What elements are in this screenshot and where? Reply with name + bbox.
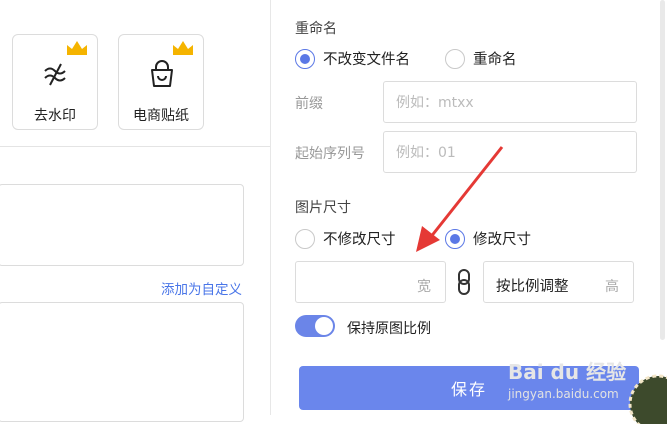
radio-checked-icon (445, 228, 465, 249)
radio-label: 不改变文件名 (323, 52, 410, 68)
custom-preset-box[interactable] (0, 184, 244, 266)
keep-ratio-toggle[interactable] (295, 315, 335, 337)
radio-unchecked-icon (445, 48, 465, 69)
prefix-placeholder: 例如：mtxx (396, 95, 474, 111)
sequence-input[interactable]: 例如：01 (383, 131, 637, 173)
radio-keep-size[interactable]: 不修改尺寸 (295, 228, 396, 249)
ratio-mode-value: 按比例调整 (496, 279, 569, 295)
watermark-url: jingyan.baidu.com (508, 387, 619, 401)
prefix-label: 前缀 (295, 96, 323, 112)
width-input[interactable]: 宽 (295, 261, 446, 303)
crown-icon (173, 41, 193, 55)
ratio-mode-select[interactable]: 按比例调整 高 (483, 261, 634, 303)
radio-change-size[interactable]: 修改尺寸 (445, 228, 531, 249)
radio-checked-icon (295, 48, 315, 69)
crown-icon (67, 41, 87, 55)
prefix-input[interactable]: 例如：mtxx (383, 81, 637, 123)
keep-ratio-label: 保持原图比例 (347, 321, 431, 337)
divider (0, 146, 270, 147)
radio-rename[interactable]: 重命名 (445, 48, 517, 69)
radio-keep-filename[interactable]: 不改变文件名 (295, 48, 410, 69)
radio-unchecked-icon (295, 228, 315, 249)
preset-list-box[interactable] (0, 302, 244, 422)
rename-title: 重命名 (295, 21, 337, 37)
add-to-custom-link[interactable]: 添加为自定义 (161, 278, 242, 298)
shopping-bag-sticker-icon (151, 60, 173, 87)
radio-label: 不修改尺寸 (323, 232, 396, 248)
sequence-placeholder: 例如：01 (396, 145, 456, 161)
radio-label: 修改尺寸 (473, 232, 531, 248)
tool-label: 电商贴纸 (133, 108, 189, 124)
height-suffix: 高 (605, 279, 619, 295)
baidu-watermark: Bai du 经验 jingyan.baidu.com (508, 356, 626, 401)
chain-link-icon[interactable] (455, 268, 473, 296)
corner-decoration (628, 374, 667, 424)
settings-panel: 重命名 不改变文件名 重命名 前缀 例如：mtxx 起始序列号 例如：01 图片… (270, 0, 667, 415)
sequence-label: 起始序列号 (295, 146, 365, 162)
width-suffix: 宽 (417, 279, 431, 295)
remove-watermark-icon (44, 63, 66, 86)
image-size-title: 图片尺寸 (295, 200, 351, 216)
tool-label: 去水印 (34, 108, 76, 124)
tool-ecommerce-sticker[interactable]: 电商贴纸 (118, 34, 204, 130)
scrollbar[interactable] (660, 0, 665, 340)
radio-label: 重命名 (473, 52, 517, 68)
watermark-brand: Bai du 经验 (508, 360, 627, 384)
tool-remove-watermark[interactable]: 去水印 (12, 34, 98, 130)
left-panel: 去水印 电商贴纸 添加为自定义 (0, 0, 270, 422)
toggle-knob (315, 317, 333, 335)
